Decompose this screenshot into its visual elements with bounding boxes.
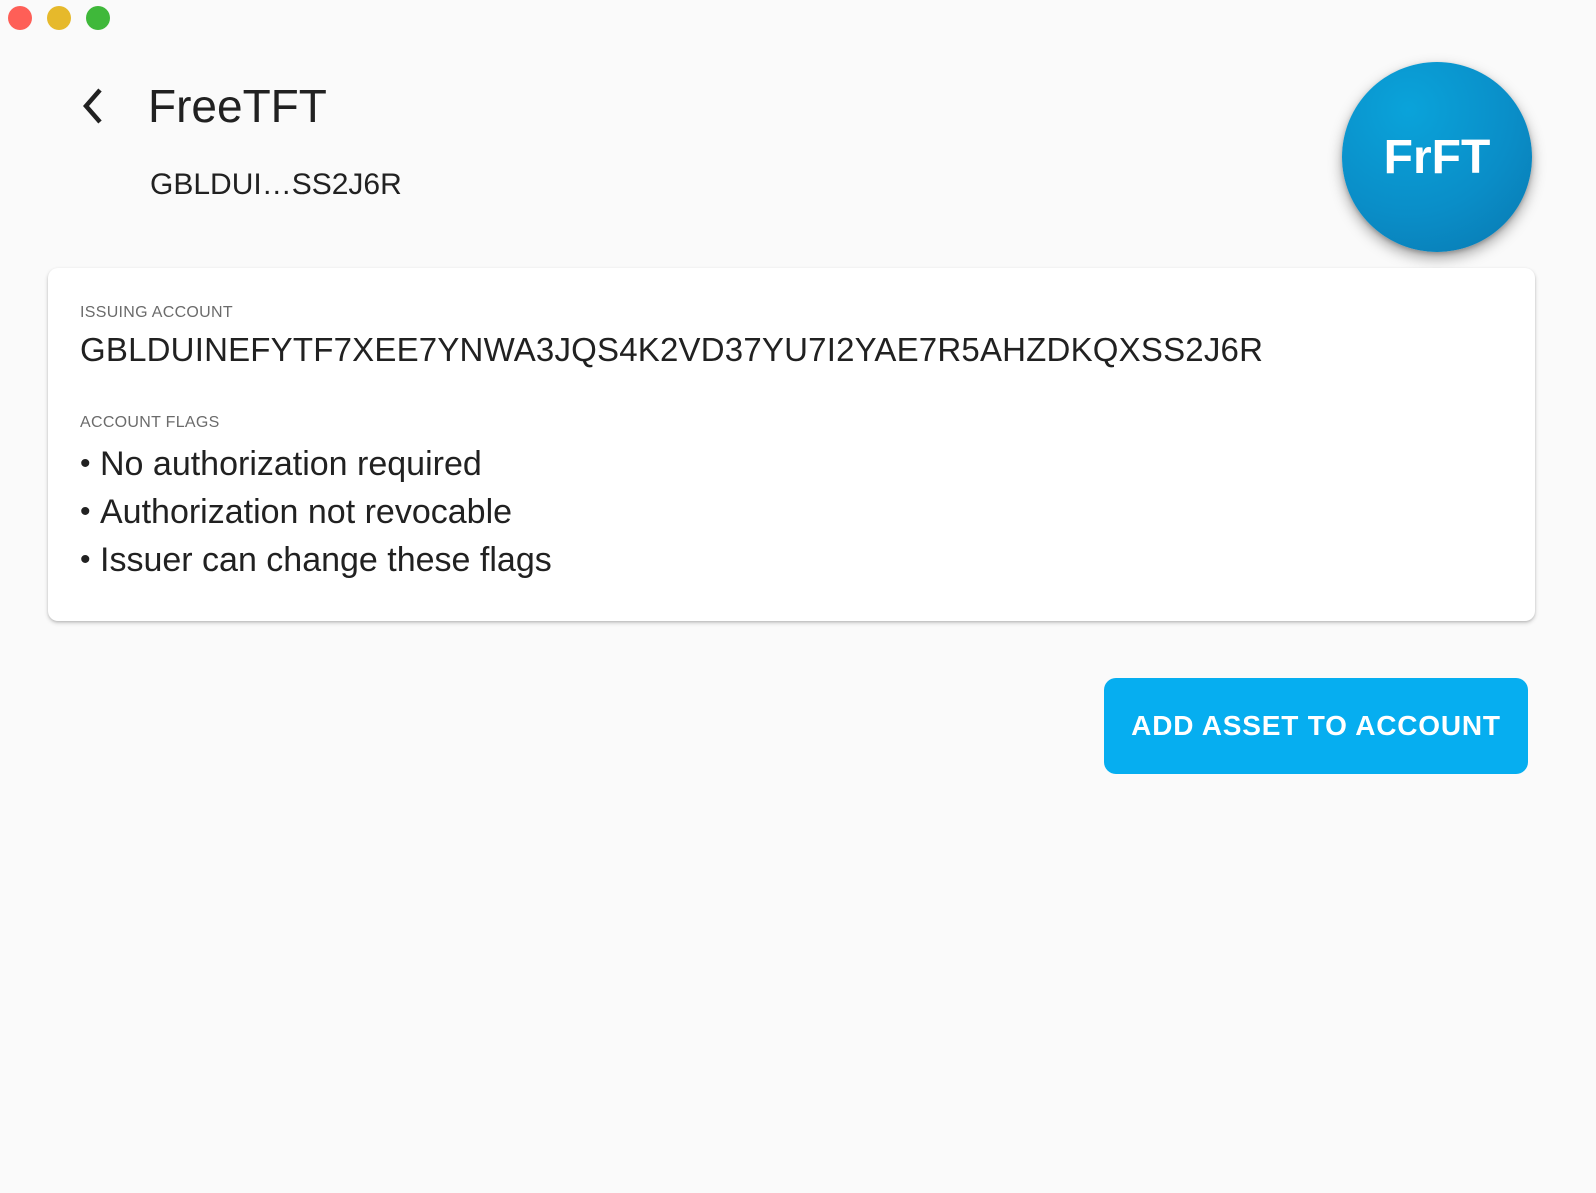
account-flag-text: No authorization required xyxy=(100,445,482,483)
window-minimize-button[interactable] xyxy=(47,6,71,30)
window-zoom-button[interactable] xyxy=(86,6,110,30)
account-flag-item: • No authorization required xyxy=(80,440,552,488)
issuing-account-label: ISSUING ACCOUNT xyxy=(80,304,233,321)
window-close-button[interactable] xyxy=(8,6,32,30)
bullet-icon: • xyxy=(80,447,91,480)
window-controls xyxy=(8,6,110,30)
bullet-icon: • xyxy=(80,495,91,528)
account-flag-item: • Issuer can change these flags xyxy=(80,536,552,584)
chevron-left-icon xyxy=(83,88,102,124)
account-flag-text: Issuer can change these flags xyxy=(100,541,552,579)
page-title: FreeTFT xyxy=(148,80,327,132)
issuing-account-value: GBLDUINEFYTF7XEE7YNWA3JQS4K2VD37YU7I2YAE… xyxy=(80,331,1264,368)
back-button[interactable] xyxy=(70,84,114,128)
asset-avatar: FrFT xyxy=(1342,62,1532,252)
account-flags-label: ACCOUNT FLAGS xyxy=(80,414,220,431)
account-flags-list: • No authorization required • Authorizat… xyxy=(80,440,552,584)
account-flag-text: Authorization not revocable xyxy=(100,493,513,531)
asset-avatar-text: FrFT xyxy=(1383,130,1491,184)
account-flag-item: • Authorization not revocable xyxy=(80,488,552,536)
add-asset-to-account-button[interactable]: ADD ASSET TO ACCOUNT xyxy=(1104,678,1528,774)
bullet-icon: • xyxy=(80,543,91,576)
issuer-short-id: GBLDUI…SS2J6R xyxy=(150,168,402,201)
asset-details-card: ISSUING ACCOUNT GBLDUINEFYTF7XEE7YNWA3JQ… xyxy=(48,268,1535,621)
